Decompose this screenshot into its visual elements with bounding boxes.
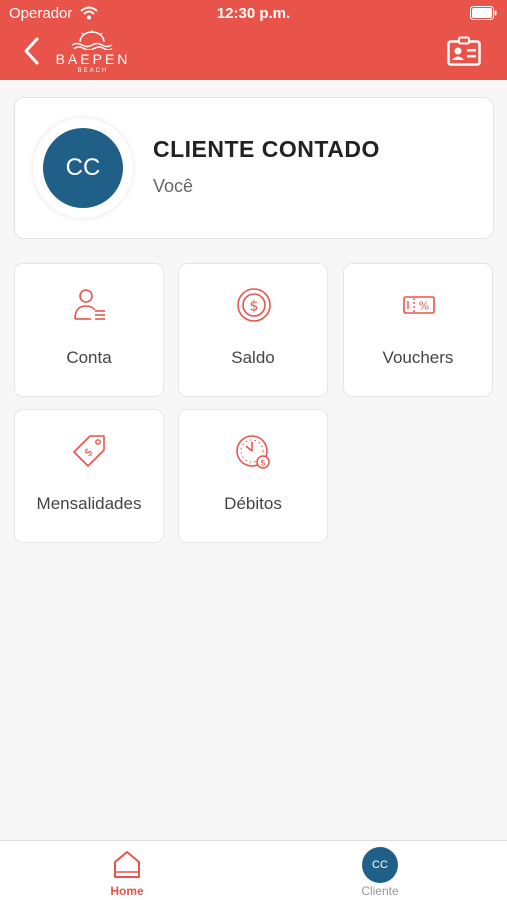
tab-bar: Home CC Cliente bbox=[0, 840, 507, 900]
avatar: CC bbox=[362, 847, 398, 883]
status-time: 12:30 p.m. bbox=[216, 5, 291, 22]
tab-home[interactable]: Home bbox=[67, 841, 187, 900]
svg-text:$: $ bbox=[260, 459, 266, 469]
tab-label: Home bbox=[110, 884, 144, 898]
profile-card: CC CLIENTE CONTADO Você bbox=[14, 97, 494, 239]
back-chevron-icon[interactable] bbox=[22, 36, 42, 66]
dollar-coin-icon: $ bbox=[237, 288, 271, 322]
logo-subtext: BEACH bbox=[77, 68, 109, 74]
avatar: CC bbox=[43, 128, 123, 208]
tile-label: Débitos bbox=[224, 494, 282, 513]
svg-text:$: $ bbox=[81, 445, 95, 459]
svg-text:%: % bbox=[419, 300, 429, 313]
tab-label: Cliente bbox=[361, 884, 399, 898]
home-icon bbox=[114, 851, 140, 878]
tile-label: Mensalidades bbox=[36, 494, 142, 513]
battery-icon bbox=[470, 6, 497, 20]
app-header: Operador 12:30 p.m. BAEPEN BEACH bbox=[0, 0, 507, 80]
tile-label: Conta bbox=[66, 348, 112, 367]
tile-debitos[interactable]: $ Débitos bbox=[178, 409, 328, 543]
tile-vouchers[interactable]: % Vouchers bbox=[343, 263, 493, 397]
nav-bar: BAEPEN BEACH bbox=[0, 28, 507, 80]
price-tag-icon: $ bbox=[73, 435, 105, 467]
tile-conta[interactable]: Conta bbox=[14, 263, 164, 397]
profile-name: CLIENTE CONTADO bbox=[153, 136, 380, 162]
user-list-icon bbox=[74, 289, 105, 320]
clock-money-icon: $ bbox=[236, 435, 270, 469]
tile-saldo[interactable]: $ Saldo bbox=[178, 263, 328, 397]
tile-label: Saldo bbox=[231, 348, 275, 367]
profile-role: Você bbox=[153, 176, 194, 196]
id-card-icon[interactable] bbox=[447, 36, 481, 66]
sun-waves-logo-icon bbox=[71, 30, 113, 50]
status-bar: Operador 12:30 p.m. bbox=[0, 0, 507, 28]
percent-ticket-icon: % bbox=[403, 296, 435, 314]
tab-cliente[interactable]: CC Cliente bbox=[320, 841, 440, 900]
svg-text:$: $ bbox=[250, 299, 259, 315]
baepen-beach-logo: BAEPEN BEACH bbox=[50, 30, 140, 78]
tile-label: Vouchers bbox=[382, 348, 454, 367]
avatar-ring: CC bbox=[33, 118, 133, 218]
logo-text: BAEPEN bbox=[55, 51, 131, 67]
tile-mensalidades[interactable]: $ Mensalidades bbox=[14, 409, 164, 543]
